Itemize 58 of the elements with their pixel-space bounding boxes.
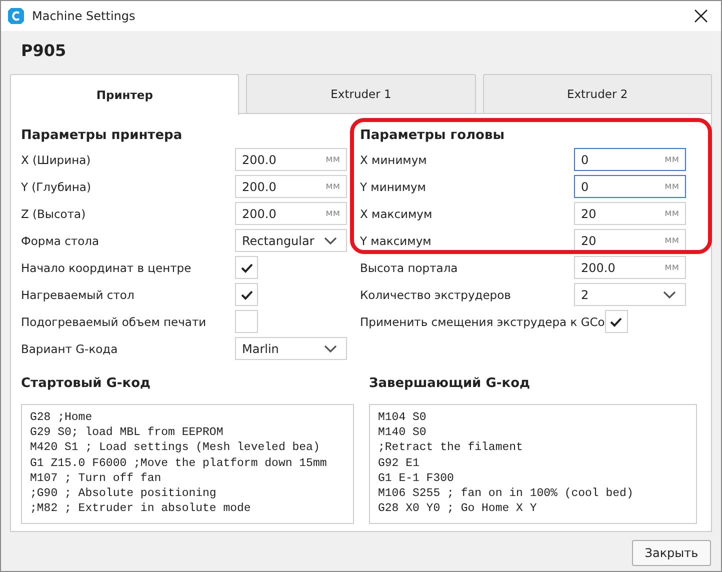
number-field[interactable]: 200.0 мм bbox=[574, 256, 686, 279]
chevron-down-icon bbox=[663, 290, 676, 298]
checkbox[interactable] bbox=[235, 310, 258, 333]
section-title: Параметры принтера bbox=[21, 126, 184, 144]
setting-label: Применить смещения экструдера к GCo bbox=[360, 314, 605, 328]
chevron-down-icon bbox=[324, 344, 337, 352]
setting-label: Подогреваемый объем печати bbox=[21, 314, 208, 328]
checkbox[interactable] bbox=[604, 310, 628, 333]
unit-label: мм bbox=[664, 154, 679, 165]
tab[interactable]: Extruder 2 bbox=[482, 74, 712, 113]
number-field[interactable]: 20 мм bbox=[574, 229, 686, 252]
app-logo-icon bbox=[8, 8, 24, 24]
checkbox[interactable] bbox=[235, 283, 258, 306]
unit-label: мм bbox=[664, 181, 679, 192]
section-title: Завершающий G-код bbox=[369, 376, 532, 393]
checkmark-icon bbox=[240, 290, 252, 300]
dropdown[interactable]: Rectangular bbox=[235, 229, 347, 252]
number-field[interactable]: 0 мм bbox=[574, 175, 686, 198]
number-field[interactable]: 0 мм bbox=[574, 148, 686, 171]
dropdown[interactable]: 2 bbox=[574, 283, 686, 306]
setting-label: Вариант G-кода bbox=[21, 342, 119, 356]
setting-label: Z (Высота) bbox=[21, 206, 87, 220]
number-field[interactable]: 20 мм bbox=[574, 202, 686, 225]
setting-label: Высота портала bbox=[360, 260, 459, 274]
unit-label: мм bbox=[326, 154, 340, 165]
setting-label: X (Ширина) bbox=[21, 152, 92, 166]
unit-label: мм bbox=[326, 181, 340, 192]
unit-label: мм bbox=[326, 208, 340, 219]
dropdown[interactable]: Marlin bbox=[235, 337, 347, 360]
close-icon[interactable] bbox=[694, 9, 708, 23]
number-field[interactable]: 200.0 мм bbox=[235, 202, 347, 225]
setting-label: Y максимум bbox=[360, 234, 432, 248]
checkbox[interactable] bbox=[235, 256, 258, 279]
code-editor[interactable]: M104 S0 M140 S0 ;Retract the filament G92 E1 G1 E-1 F300 M106 S255 ; fan on in 100% (cool bed) G28 X0 Y0 ; Go Home X Y bbox=[369, 404, 697, 524]
window-title: Machine Settings bbox=[32, 9, 136, 23]
number-field[interactable]: 200.0 мм bbox=[235, 175, 347, 198]
section-title: Параметры головы bbox=[360, 126, 506, 144]
chevron-down-icon bbox=[324, 236, 337, 244]
number-field[interactable]: 200.0 мм bbox=[235, 148, 347, 171]
machine-name: P905 bbox=[21, 41, 68, 62]
checkmark-icon bbox=[240, 262, 252, 272]
unit-label: мм bbox=[664, 208, 679, 219]
setting-label: Y минимум bbox=[360, 180, 427, 194]
setting-label: Нагреваемый стол bbox=[21, 288, 136, 302]
setting-label: X максимум bbox=[360, 206, 434, 220]
close-button[interactable]: Закрыть bbox=[632, 540, 711, 566]
setting-label: Количество экструдеров bbox=[360, 288, 512, 302]
unit-label: мм bbox=[664, 262, 679, 273]
setting-label: X минимум bbox=[360, 152, 428, 166]
code-editor[interactable]: G28 ;Home G29 S0; load MBL from EEPROM M420 S1 ; Load settings (Mesh leveled bea) G1 Z15.0 F6000 ;Move the platform down 15mm M107 ; Turn off fan ;G90 ; Absolute positioning ;M82 ; Extruder in absolute mode bbox=[21, 404, 354, 524]
checkmark-icon bbox=[610, 316, 622, 326]
tab[interactable]: Принтер bbox=[10, 74, 240, 115]
section-title: Стартовый G-код bbox=[21, 376, 152, 393]
setting-label: Форма стола bbox=[21, 234, 100, 248]
setting-label: Начало координат в центре bbox=[21, 260, 192, 274]
tab[interactable]: Extruder 1 bbox=[246, 74, 476, 113]
setting-label: Y (Глубина) bbox=[21, 180, 92, 194]
unit-label: мм bbox=[664, 235, 679, 246]
